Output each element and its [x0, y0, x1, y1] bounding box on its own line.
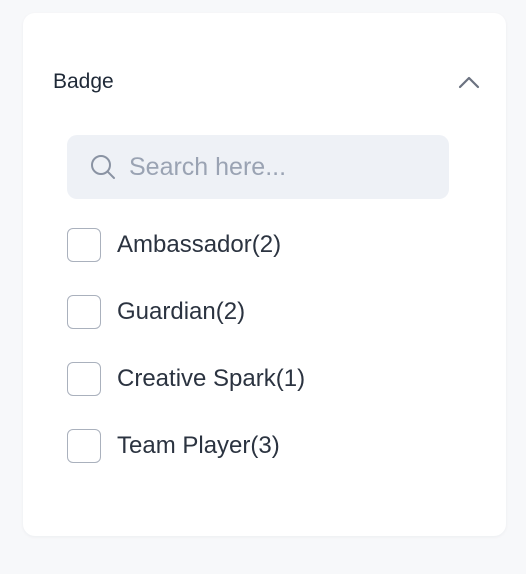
option-team-player[interactable]: Team Player(3)	[67, 428, 467, 464]
option-label: Ambassador(2)	[117, 231, 282, 258]
option-guardian[interactable]: Guardian(2)	[67, 294, 467, 330]
search-box[interactable]	[67, 135, 449, 199]
option-creative-spark[interactable]: Creative Spark(1)	[67, 361, 467, 397]
search-input[interactable]	[129, 152, 429, 182]
badge-filter-card: Badge Ambassador(2) Guardian(2) Creative…	[23, 13, 506, 536]
option-label: Creative Spark(1)	[117, 365, 306, 392]
checkbox[interactable]	[67, 228, 101, 262]
checkbox[interactable]	[67, 362, 101, 396]
badge-options-list: Ambassador(2) Guardian(2) Creative Spark…	[67, 227, 467, 495]
checkbox[interactable]	[67, 429, 101, 463]
option-label: Team Player(3)	[117, 432, 280, 459]
filter-title: Badge	[53, 70, 114, 93]
chevron-up-icon[interactable]	[455, 68, 483, 96]
search-icon	[91, 155, 115, 179]
option-label: Guardian(2)	[117, 298, 246, 325]
checkbox[interactable]	[67, 295, 101, 329]
option-ambassador[interactable]: Ambassador(2)	[67, 227, 467, 263]
filter-header[interactable]: Badge	[53, 68, 483, 96]
